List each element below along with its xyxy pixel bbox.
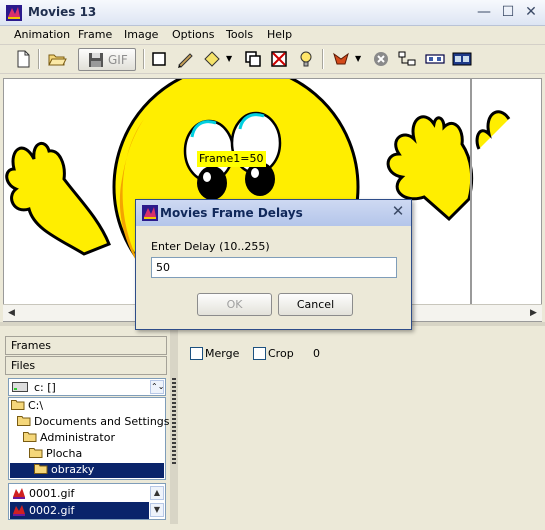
menu-tools[interactable]: Tools <box>226 28 253 41</box>
tree-item-c-root[interactable]: C:\ <box>11 399 43 414</box>
menu-image[interactable]: Image <box>124 28 158 41</box>
pencil-icon[interactable] <box>174 48 196 70</box>
splitter-grip[interactable] <box>172 378 176 464</box>
file-list-scroll-up-icon[interactable]: ▲ <box>150 486 164 500</box>
frame-count: 0 <box>313 347 320 360</box>
gif-file-icon <box>13 505 25 516</box>
lightbulb-icon[interactable] <box>295 48 317 70</box>
save-gif-button[interactable]: GIF <box>78 48 136 71</box>
drive-dropdown-icon[interactable]: ⌃⌄ <box>150 380 164 394</box>
drive-value: c: [] <box>34 381 56 394</box>
drive-select[interactable]: c: [] ⌃⌄ <box>8 378 166 396</box>
effects-dropdown-arrow-icon[interactable]: ▼ <box>355 54 361 63</box>
title-bar: Movies 13 — ☐ ✕ <box>0 0 545 26</box>
tree-layout-icon[interactable] <box>396 48 418 70</box>
crop-label: Crop <box>268 347 294 360</box>
directory-tree[interactable]: C:\ Documents and Settings Administrator… <box>8 397 170 480</box>
file-list-scroll-down-icon[interactable]: ▼ <box>150 503 164 517</box>
diamond-shape-icon[interactable] <box>201 48 223 70</box>
folder-open-icon <box>11 400 25 410</box>
cancel-button[interactable]: Cancel <box>278 293 353 316</box>
rectangle-select-icon[interactable] <box>148 48 170 70</box>
filmstrip-icon[interactable] <box>424 48 446 70</box>
save-gif-label: GIF <box>108 53 128 67</box>
right-panel: Merge Crop 0 <box>180 336 540 524</box>
merge-checkbox[interactable] <box>190 347 203 360</box>
menu-animation[interactable]: Animation <box>14 28 70 41</box>
toolbar-separator <box>143 49 145 69</box>
toolbar-separator <box>38 49 40 69</box>
scroll-right-arrow-icon[interactable]: ▶ <box>526 306 541 321</box>
dialog-title: Movies Frame Delays <box>160 206 303 220</box>
toolbar: GIF ▼ ▼ <box>0 45 545 74</box>
frames-tab[interactable]: Frames <box>5 336 167 355</box>
maximize-button[interactable]: ☐ <box>498 4 518 22</box>
file-item-0002[interactable]: 0002.gif <box>10 502 149 519</box>
copy-frame-icon[interactable] <box>242 48 264 70</box>
folder-open-icon <box>17 416 31 426</box>
menu-bar: Animation Frame Image Options Tools Help <box>0 26 545 45</box>
files-tab[interactable]: Files <box>5 356 167 375</box>
dialog-title-bar: Movies Frame Delays ✕ <box>136 200 411 226</box>
frame-label: Frame1=50 <box>197 151 266 167</box>
folder-open-icon <box>34 464 48 474</box>
menu-help[interactable]: Help <box>267 28 292 41</box>
effects-icon[interactable] <box>330 48 352 70</box>
tree-item-obrazky[interactable]: obrazky <box>10 463 164 478</box>
open-folder-icon[interactable] <box>46 48 68 70</box>
new-file-icon[interactable] <box>12 48 34 70</box>
menu-frame[interactable]: Frame <box>78 28 112 41</box>
gif-file-icon <box>13 488 25 499</box>
tree-item-plocha[interactable]: Plocha <box>29 447 82 462</box>
shape-dropdown-arrow-icon[interactable]: ▼ <box>226 54 232 63</box>
tree-item-documents-and-settings[interactable]: Documents and Settings <box>17 415 170 430</box>
close-button[interactable]: ✕ <box>521 4 541 22</box>
toolbar-separator <box>322 49 324 69</box>
merge-label: Merge <box>205 347 240 360</box>
save-icon <box>89 53 103 67</box>
tree-item-administrator[interactable]: Administrator <box>23 431 115 446</box>
scroll-left-arrow-icon[interactable]: ◀ <box>4 306 19 321</box>
delay-prompt: Enter Delay (10..255) <box>151 240 270 253</box>
delay-input[interactable] <box>151 257 397 278</box>
crop-checkbox[interactable] <box>253 347 266 360</box>
vertical-splitter[interactable] <box>170 328 178 524</box>
window-title: Movies 13 <box>28 5 97 19</box>
file-list[interactable]: 0001.gif 0002.gif ▲ ▼ <box>8 483 166 520</box>
filmstrip-alt-icon[interactable] <box>451 48 473 70</box>
drive-icon <box>12 382 28 392</box>
app-icon <box>6 5 22 21</box>
frame-delays-dialog: Movies Frame Delays ✕ Enter Delay (10..2… <box>135 199 412 330</box>
minimize-button[interactable]: — <box>474 4 494 22</box>
menu-options[interactable]: Options <box>172 28 214 41</box>
left-panel: Frames Files c: [] ⌃⌄ C:\ Documents and … <box>5 336 170 524</box>
folder-open-icon <box>29 448 43 458</box>
stop-icon[interactable] <box>370 48 392 70</box>
app-icon <box>142 205 158 221</box>
delete-frame-icon[interactable] <box>268 48 290 70</box>
folder-open-icon <box>23 432 37 442</box>
ok-button[interactable]: OK <box>197 293 272 316</box>
file-item-0001[interactable]: 0001.gif <box>10 485 149 502</box>
dialog-close-icon[interactable]: ✕ <box>390 204 406 220</box>
